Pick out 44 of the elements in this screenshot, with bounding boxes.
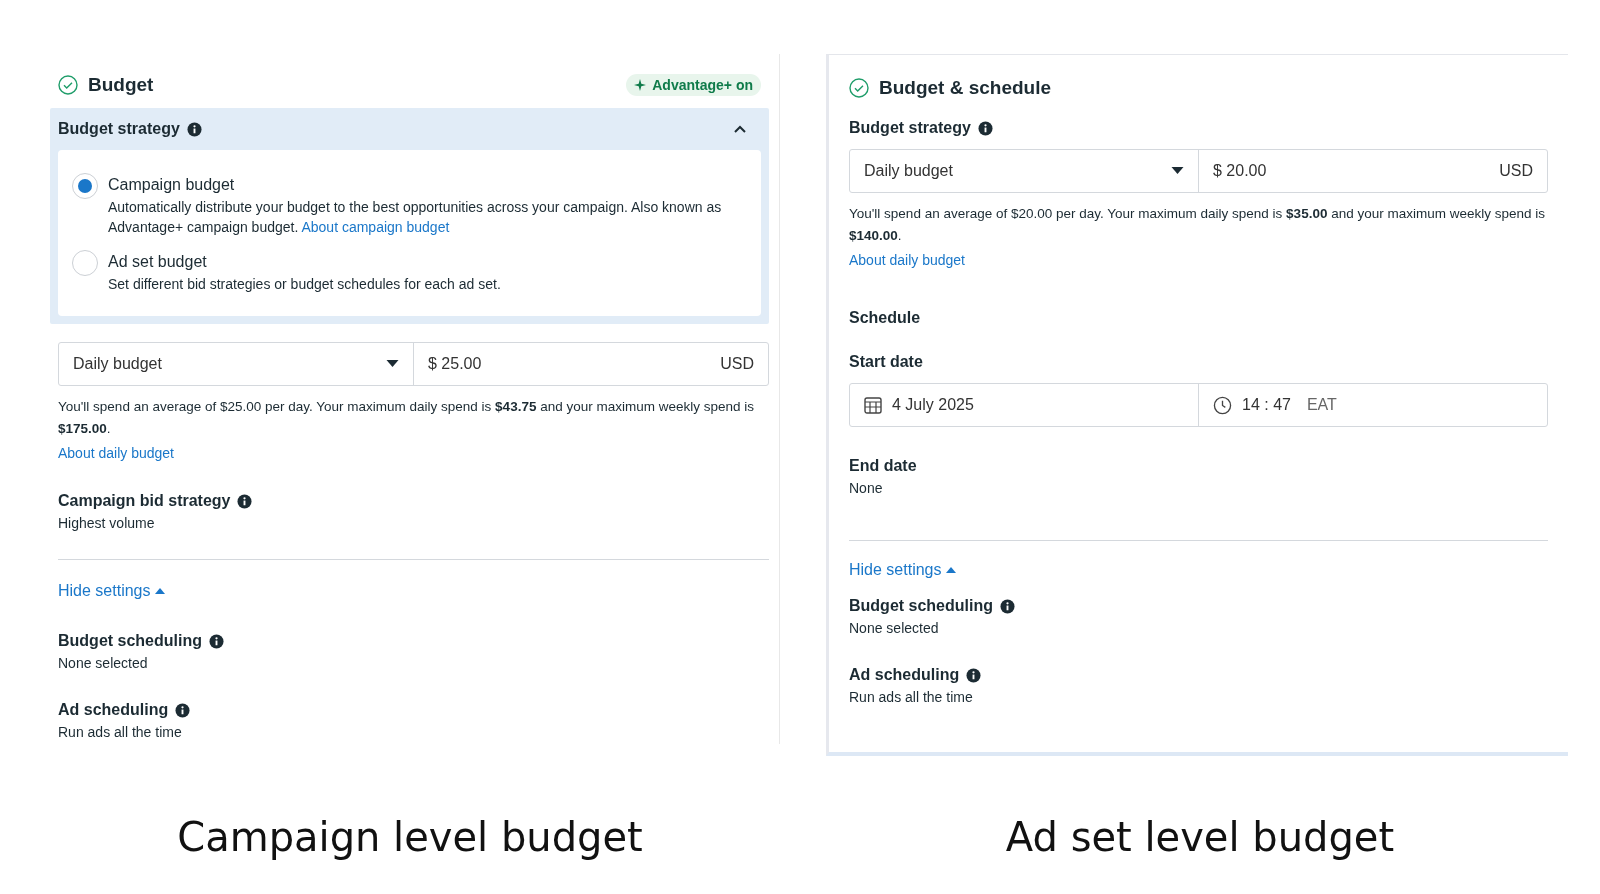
about-link[interactable]: About campaign budget bbox=[301, 219, 450, 235]
field-value: Run ads all the time bbox=[58, 724, 183, 740]
field-value: Highest volume bbox=[58, 515, 156, 531]
field-label: Start date bbox=[849, 353, 923, 371]
budget-type-dropdown[interactable]: Daily budget bbox=[59, 343, 413, 385]
amount-field[interactable]: $ 25.00 USD bbox=[413, 343, 768, 385]
field-label: Ad scheduling bbox=[849, 666, 960, 684]
field-value: None selected bbox=[58, 655, 149, 671]
option-label: Campaign budget bbox=[108, 176, 236, 194]
field-value: Run ads all the time bbox=[849, 689, 974, 705]
field-value: None bbox=[849, 480, 884, 496]
option-description: Set different bid strategies or budget schedules for each ad set. bbox=[108, 275, 501, 294]
field-label: Ad scheduling bbox=[58, 701, 169, 719]
hide-settings-link[interactable]: Hide settings bbox=[849, 561, 956, 579]
badge-label: Advantage+ on bbox=[652, 77, 753, 93]
caret-icon bbox=[386, 360, 399, 368]
spend-note: You'll spend an average of $25.00 per day. Your maximum daily spend is $43.75 and your maximum weekly spend is $175.00. bbox=[58, 398, 755, 438]
amount-field[interactable]: $ 20.00 USD bbox=[1198, 150, 1547, 192]
about-link[interactable]: About daily budget bbox=[849, 252, 965, 268]
budget-type-dropdown[interactable]: Daily budget bbox=[850, 150, 1198, 192]
caption: Campaign level budget bbox=[176, 814, 644, 860]
spend-note: You'll spend an average of $20.00 per day. Your maximum daily spend is $35.00 and your maximum weekly spend is $140.00. bbox=[849, 205, 1546, 245]
field-label: Budget scheduling bbox=[849, 597, 993, 615]
check-circle-icon bbox=[849, 78, 869, 98]
field-label: Campaign bid strategy bbox=[58, 492, 231, 510]
about-link[interactable]: About daily budget bbox=[58, 445, 174, 461]
schedule-heading: Schedule bbox=[849, 309, 921, 326]
field-label: Budget scheduling bbox=[58, 632, 202, 650]
caption: Ad set level budget bbox=[1004, 814, 1396, 860]
caret-icon bbox=[154, 588, 165, 594]
hide-settings-link[interactable]: Hide settings bbox=[58, 582, 165, 600]
field-label: End date bbox=[849, 457, 917, 475]
chevron-icon[interactable] bbox=[733, 124, 747, 134]
option-label: Ad set budget bbox=[108, 253, 208, 271]
caret-icon bbox=[1171, 167, 1184, 175]
strategy-title: Budget strategy bbox=[58, 120, 180, 138]
option-description: Automatically distribute your budget to the best opportunities across your campaign. Also known as Advantage+ campaign budget. About campaign budget bbox=[108, 198, 723, 237]
field-label: Budget strategy bbox=[849, 119, 971, 137]
field-value: None selected bbox=[849, 620, 940, 636]
section-title: Budget bbox=[88, 74, 154, 96]
section-title: Budget & schedule bbox=[879, 77, 1052, 99]
check-circle-icon bbox=[58, 75, 78, 95]
caret-icon bbox=[945, 567, 956, 573]
sparkle-icon bbox=[634, 79, 647, 91]
